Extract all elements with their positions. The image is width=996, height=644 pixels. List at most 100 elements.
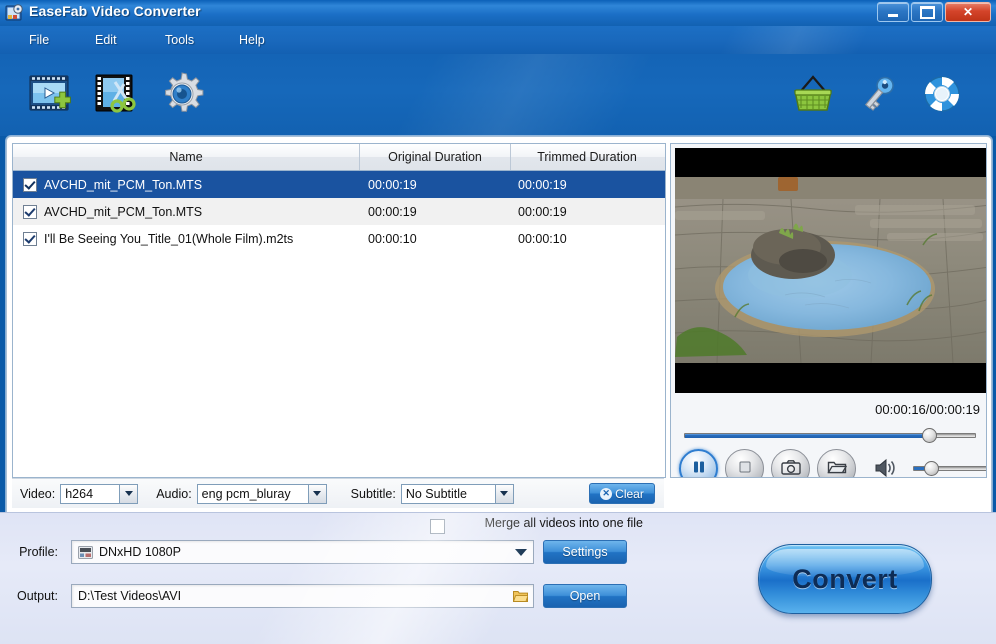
playback-time: 00:00:16/00:00:19 xyxy=(875,402,980,417)
row-checkbox[interactable] xyxy=(23,204,37,219)
original-duration-cell: 00:00:19 xyxy=(368,177,417,192)
pause-icon xyxy=(691,459,707,477)
column-header-original-duration[interactable]: Original Duration xyxy=(360,144,511,170)
volume-slider[interactable] xyxy=(913,461,986,476)
menu-item-edit[interactable]: Edit xyxy=(88,32,124,48)
settings-button-label: Settings xyxy=(562,545,608,559)
add-video-icon xyxy=(28,70,78,121)
shopping-basket-icon xyxy=(789,71,837,120)
convert-button-label: Convert xyxy=(792,563,898,594)
row-checkbox[interactable] xyxy=(23,231,37,246)
column-header-trimmed-duration[interactable]: Trimmed Duration xyxy=(511,144,663,170)
format-icon xyxy=(78,545,93,559)
window-controls: ✕ xyxy=(877,2,991,22)
merge-videos-checkbox[interactable] xyxy=(430,519,445,534)
trim-video-button[interactable] xyxy=(91,68,145,122)
file-name-cell: AVCHD_mit_PCM_Ton.MTS xyxy=(13,177,359,192)
open-button-label: Open xyxy=(569,589,601,603)
original-duration-cell: 00:00:19 xyxy=(368,204,417,219)
chevron-down-icon[interactable] xyxy=(494,484,513,503)
table-row[interactable]: AVCHD_mit_PCM_Ton.MTS 00:00:19 00:00:19 xyxy=(13,198,665,225)
stop-button[interactable] xyxy=(725,449,764,477)
close-icon[interactable]: ✕ xyxy=(945,2,991,22)
output-row: Output: D:\Test Videos\AVI Open xyxy=(0,584,660,608)
support-button[interactable] xyxy=(915,68,969,122)
file-list: Name Original Duration Trimmed Duration … xyxy=(12,143,666,478)
menu-item-help[interactable]: Help xyxy=(232,32,272,48)
pause-button[interactable] xyxy=(679,449,718,477)
volume-handle[interactable] xyxy=(924,461,939,476)
seek-fill xyxy=(685,434,928,438)
video-preview-panel: 00:00:16/00:00:19 xyxy=(670,143,987,478)
video-frame-image xyxy=(675,177,986,363)
app-film-icon xyxy=(5,3,25,23)
maximize-icon[interactable] xyxy=(911,2,943,22)
profile-label: Profile: xyxy=(19,545,58,559)
minimize-icon[interactable] xyxy=(877,2,909,22)
merge-videos-label: Merge all videos into one file xyxy=(484,516,643,530)
close-circle-icon: ✕ xyxy=(600,487,613,500)
settings-button[interactable] xyxy=(155,68,209,122)
folder-icon[interactable] xyxy=(512,589,529,606)
open-output-button[interactable]: Open xyxy=(543,584,627,608)
output-path-value: D:\Test Videos\AVI xyxy=(78,589,182,603)
row-checkbox[interactable] xyxy=(23,177,37,192)
subtitle-select[interactable]: No Subtitle xyxy=(400,483,514,504)
menu-item-tools[interactable]: Tools xyxy=(158,32,201,48)
gear-icon xyxy=(158,70,206,121)
file-name-cell: I'll Be Seeing You_Title_01(Whole Film).… xyxy=(13,231,359,246)
convert-button[interactable]: Convert xyxy=(758,544,932,614)
camera-icon xyxy=(780,459,801,478)
seek-handle[interactable] xyxy=(922,428,937,443)
video-label: Video: xyxy=(20,486,56,501)
title-bar: EaseFab Video Converter ✕ xyxy=(0,0,996,27)
clear-button[interactable]: ✕ Clear xyxy=(589,483,655,504)
chevron-down-icon[interactable] xyxy=(119,484,138,503)
profile-select[interactable]: DNxHD 1080P xyxy=(71,540,534,564)
open-folder-button[interactable] xyxy=(817,449,856,477)
table-row[interactable]: AVCHD_mit_PCM_Ton.MTS 00:00:19 00:00:19 xyxy=(13,171,665,198)
video-codec-select[interactable]: h264 xyxy=(60,483,139,504)
folder-open-icon xyxy=(826,459,847,477)
settings-button[interactable]: Settings xyxy=(543,540,627,564)
trimmed-duration-cell: 00:00:10 xyxy=(518,231,567,246)
video-display[interactable] xyxy=(675,148,986,393)
seek-slider[interactable] xyxy=(684,428,976,443)
chevron-down-icon[interactable] xyxy=(515,549,527,556)
chevron-down-icon[interactable] xyxy=(307,484,326,503)
merge-row: Merge all videos into one file xyxy=(0,513,660,539)
output-label: Output: xyxy=(17,589,58,603)
subtitle-label: Subtitle: xyxy=(350,486,396,501)
buy-button[interactable] xyxy=(786,68,840,122)
profile-value: DNxHD 1080P xyxy=(99,545,181,559)
toolbar xyxy=(0,54,996,136)
scissors-film-icon xyxy=(93,70,143,121)
audio-track-select[interactable]: eng pcm_bluray xyxy=(196,483,327,504)
menu-item-file[interactable]: File xyxy=(22,32,56,48)
video-codec-value: h264 xyxy=(65,486,94,501)
file-name-cell: AVCHD_mit_PCM_Ton.MTS xyxy=(13,204,359,219)
output-path-field[interactable]: D:\Test Videos\AVI xyxy=(71,584,534,608)
table-row[interactable]: I'll Be Seeing You_Title_01(Whole Film).… xyxy=(13,225,665,252)
stop-icon xyxy=(737,459,753,477)
audio-track-value: eng pcm_bluray xyxy=(201,486,291,501)
file-name-text: AVCHD_mit_PCM_Ton.MTS xyxy=(44,177,203,192)
trimmed-duration-cell: 00:00:19 xyxy=(518,204,567,219)
profile-row: Profile: DNxHD 1080P Settings xyxy=(0,540,660,564)
audio-label: Audio: xyxy=(156,486,192,501)
speaker-icon[interactable] xyxy=(874,457,900,477)
close-glyph: ✕ xyxy=(962,5,974,19)
clear-button-label: Clear xyxy=(615,486,644,501)
column-header-name[interactable]: Name xyxy=(13,144,360,170)
key-icon xyxy=(854,71,902,120)
original-duration-cell: 00:00:10 xyxy=(368,231,417,246)
snapshot-button[interactable] xyxy=(771,449,810,478)
register-button[interactable] xyxy=(851,68,905,122)
file-name-text: AVCHD_mit_PCM_Ton.MTS xyxy=(44,204,203,219)
file-name-text: I'll Be Seeing You_Title_01(Whole Film).… xyxy=(44,231,294,246)
trimmed-duration-cell: 00:00:19 xyxy=(518,177,567,192)
main-panel: Name Original Duration Trimmed Duration … xyxy=(6,136,992,514)
application-window: EaseFab Video Converter ✕ File Edit Tool… xyxy=(0,0,996,644)
menu-bar: File Edit Tools Help xyxy=(0,26,996,55)
add-video-button[interactable] xyxy=(26,68,80,122)
